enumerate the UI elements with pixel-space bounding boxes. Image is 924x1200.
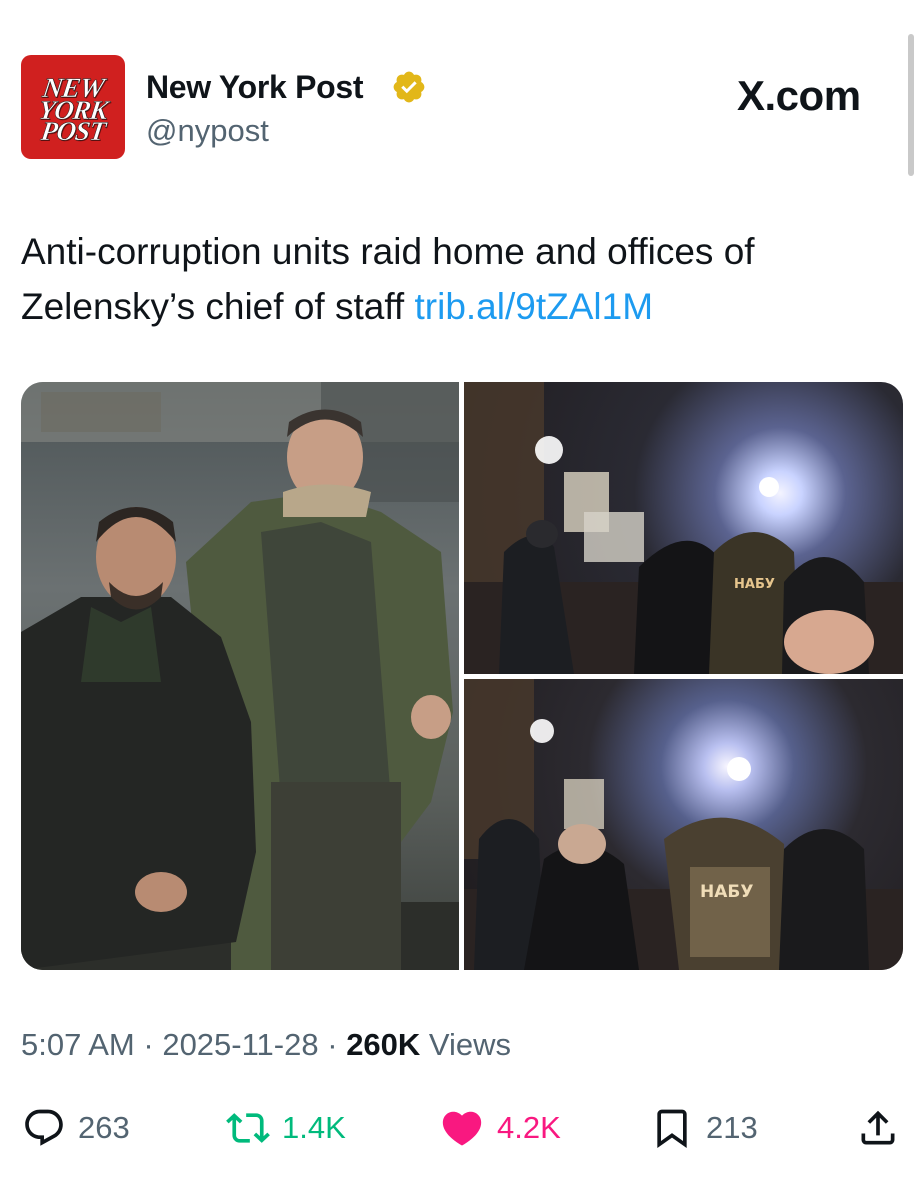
tweet-time: 5:07 AM	[21, 1027, 135, 1062]
like-count: 4.2K	[497, 1110, 561, 1145]
display-name[interactable]: New York Post	[146, 69, 364, 106]
media-grid: НАБУ НАБУ	[21, 382, 903, 970]
photo-2-vest-label: НАБУ	[734, 577, 775, 592]
media-photo-2[interactable]: НАБУ	[464, 382, 903, 674]
tweet-text: Anti-corruption units raid home and offi…	[21, 224, 901, 334]
share-button[interactable]	[856, 1098, 900, 1158]
bookmark-count: 213	[706, 1110, 758, 1145]
photo-3-illustration: НАБУ	[464, 679, 903, 970]
photo-2-illustration: НАБУ	[464, 382, 903, 674]
media-photo-1[interactable]	[21, 382, 459, 970]
repost-button[interactable]: 1.4K	[226, 1098, 346, 1158]
tweet-date: 2025-11-28	[162, 1027, 319, 1062]
share-icon	[861, 1110, 895, 1145]
views-count: 260K	[346, 1027, 421, 1062]
bookmark-button[interactable]: 213	[650, 1098, 758, 1158]
tweet-timestamp[interactable]: 5:07 AM · 2025-11-28 · 260K Views	[21, 1027, 511, 1063]
heart-icon	[442, 1111, 482, 1146]
repost-icon	[226, 1113, 270, 1143]
photo-1-illustration	[21, 382, 459, 970]
verified-badge-icon	[393, 71, 425, 103]
photo-3-vest-label: НАБУ	[700, 882, 753, 902]
separator: ·	[327, 1027, 338, 1062]
avatar-text-3: POST	[39, 116, 107, 147]
reply-icon	[25, 1109, 63, 1146]
brand-watermark: X.com	[737, 72, 861, 119]
bookmark-icon	[657, 1109, 687, 1149]
media-photo-3[interactable]: НАБУ	[464, 679, 903, 970]
repost-count: 1.4K	[282, 1110, 346, 1145]
reply-button[interactable]: 263	[22, 1098, 130, 1158]
avatar[interactable]: NEW YORK POST	[21, 55, 125, 159]
handle[interactable]: @nypost	[146, 113, 269, 149]
views-label: Views	[428, 1027, 512, 1062]
action-bar: 263 1.4K 4.2K 213	[0, 1098, 924, 1158]
separator: ·	[143, 1027, 154, 1062]
reply-count: 263	[78, 1110, 130, 1145]
tweet-link[interactable]: trib.al/9tZAl1M	[415, 286, 654, 327]
scrollbar[interactable]	[908, 34, 914, 176]
like-button[interactable]: 4.2K	[439, 1098, 561, 1158]
